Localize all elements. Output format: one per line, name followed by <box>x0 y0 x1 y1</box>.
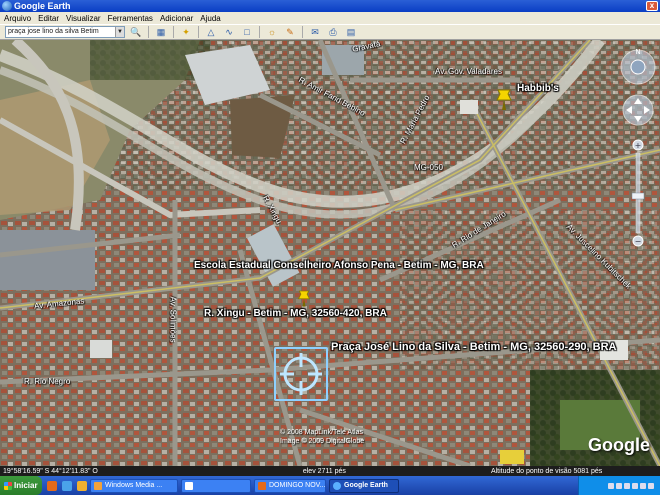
placemark-icon[interactable]: ✦ <box>179 26 193 39</box>
task-windows-media[interactable]: Windows Media ... <box>90 478 178 493</box>
sky-icon[interactable]: ☼ <box>265 26 279 39</box>
google-logo: Google <box>588 435 650 455</box>
path-icon[interactable]: ∿ <box>222 26 236 39</box>
street-label-mg050: MG-050 <box>414 163 443 172</box>
task-label: Windows Media ... <box>105 482 163 489</box>
copyright-line: Image © 2009 DigitalGlobe <box>280 438 365 445</box>
imagery-copyright: © 2008 MapLink/Tele Atlas Image © 2009 D… <box>280 428 364 446</box>
sidebar-icon[interactable]: ▦ <box>154 26 168 39</box>
start-label: Iniciar <box>14 481 38 490</box>
tray-icon[interactable] <box>632 482 638 489</box>
selected-location-target[interactable] <box>274 347 328 401</box>
tray-icon[interactable] <box>624 482 630 489</box>
tray-icon[interactable] <box>640 482 646 489</box>
pointer-coordinates: 19°58'16.59" S 44°12'11.83" O <box>3 467 98 475</box>
menu-visualizar[interactable]: Visualizar <box>66 14 101 23</box>
toolbar-separator <box>148 26 149 38</box>
start-button[interactable]: Iniciar <box>0 476 42 495</box>
crosshair-icon <box>280 353 322 395</box>
menu-editar[interactable]: Editar <box>38 14 59 23</box>
zoom-slider[interactable]: + − <box>631 139 645 247</box>
toolbar-separator <box>173 26 174 38</box>
status-bar: 19°58'16.59" S 44°12'11.83" O elev 2711 … <box>0 466 660 476</box>
satellite-imagery <box>0 40 660 466</box>
eye-altitude-readout: Altitude do ponto de visão 5081 pés <box>490 467 603 475</box>
search-input-value: praça jose lino da silva Betim <box>8 28 99 35</box>
google-earth-icon <box>333 481 341 490</box>
browser-window-icon <box>258 481 266 490</box>
menu-ferramentas[interactable]: Ferramentas <box>108 14 153 23</box>
task-label: Google Earth <box>344 482 388 489</box>
system-tray <box>578 476 660 495</box>
menu-arquivo[interactable]: Arquivo <box>4 14 31 23</box>
polygon-icon[interactable]: △ <box>204 26 218 39</box>
toolbar-separator <box>198 26 199 38</box>
menu-ajuda[interactable]: Ajuda <box>200 14 220 23</box>
move-control[interactable] <box>622 94 654 126</box>
north-indicator-icon: N <box>635 48 640 56</box>
google-earth-icon <box>2 1 12 11</box>
street-label-rio-negro: R. Rio Negro <box>24 377 71 386</box>
window-icon <box>185 481 193 490</box>
toolbar-separator <box>259 26 260 38</box>
zoom-in-icon: + <box>635 141 642 150</box>
windows-taskbar: Iniciar Windows Media ... DOMINGO NOV...… <box>0 476 660 495</box>
search-dropdown-icon[interactable]: ▼ <box>115 27 124 37</box>
media-player-icon <box>94 481 102 490</box>
placemark-pin-icon[interactable] <box>297 289 311 307</box>
email-icon[interactable]: ✉ <box>308 26 322 39</box>
tray-icon[interactable] <box>648 482 654 489</box>
elevation-readout: elev 2711 pés <box>302 467 346 475</box>
task-domingo[interactable]: DOMINGO NOV... <box>254 478 326 493</box>
task-google-earth[interactable]: Google Earth <box>329 478 399 493</box>
task-untitled[interactable] <box>181 478 251 493</box>
toolbar: praça jose lino da silva Betim ▼ 🔍 ▦ ✦ △… <box>0 24 660 40</box>
windows-flag-icon <box>4 481 12 490</box>
tray-icon[interactable] <box>616 482 622 489</box>
search-icon[interactable]: 🔍 <box>129 26 143 39</box>
menu-adicionar[interactable]: Adicionar <box>160 14 193 23</box>
tray-icon[interactable] <box>608 482 614 489</box>
place-label-escola[interactable]: Escola Estadual Conselheiro Afonso Pena … <box>194 260 484 271</box>
look-around-control[interactable]: N <box>620 48 656 85</box>
email-client-icon[interactable] <box>77 480 87 491</box>
window-title: Google Earth <box>14 1 71 11</box>
print-icon[interactable]: ⎙ <box>326 26 340 39</box>
copyright-line: © 2008 MapLink/Tele Atlas <box>280 429 363 436</box>
place-label-praca[interactable]: Praça José Lino da Silva - Betim - MG, 3… <box>331 341 617 353</box>
street-label-solimoes: Av. Solimões <box>168 296 178 343</box>
search-input[interactable]: praça jose lino da silva Betim ▼ <box>5 26 125 38</box>
navigation-controls-graphic: N + − <box>620 48 656 247</box>
maps-icon[interactable]: ▤ <box>344 26 358 39</box>
menu-bar: Arquivo Editar Visualizar Ferramentas Ad… <box>0 12 660 24</box>
tour-icon[interactable]: ✎ <box>283 26 297 39</box>
street-label-gov-valadares: Av. Gov. Valadares <box>435 67 502 76</box>
toolbar-separator <box>302 26 303 38</box>
zoom-out-icon: − <box>635 237 642 246</box>
title-bar: Google Earth x <box>0 0 660 12</box>
place-label-habbibs[interactable]: Habbib's <box>517 83 559 94</box>
close-button[interactable]: x <box>646 1 658 11</box>
placemark-pin-icon[interactable] <box>495 88 513 110</box>
overlay-icon[interactable]: □ <box>240 26 254 39</box>
map-view[interactable]: Gravatá Av. Gov. Valadares R. Amir Farid… <box>0 40 660 466</box>
task-label: DOMINGO NOV... <box>269 482 326 489</box>
place-label-r-xingu[interactable]: R. Xingu - Betim - MG, 32560-420, BRA <box>204 308 387 319</box>
browser-icon[interactable] <box>47 480 57 491</box>
internet-explorer-icon[interactable] <box>62 480 72 491</box>
